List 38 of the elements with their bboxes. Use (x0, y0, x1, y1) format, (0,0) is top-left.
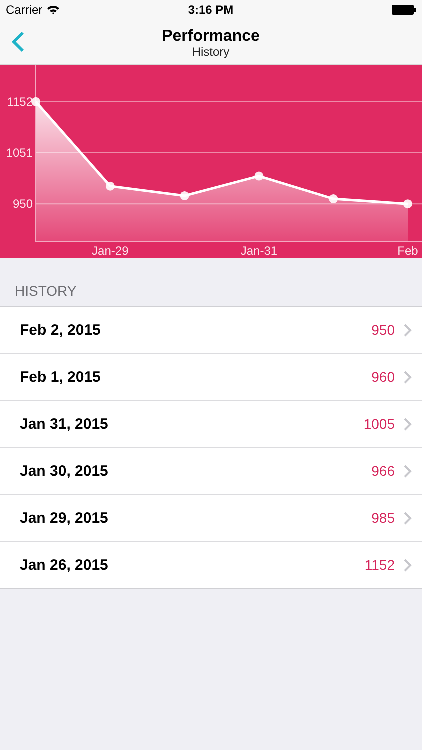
nav-subtitle: History (192, 46, 230, 59)
x-axis-label: Feb (398, 244, 418, 258)
date-label: Jan 29, 2015 (20, 510, 110, 526)
history-row[interactable]: Feb 2, 2015 950 (0, 307, 422, 354)
y-axis-label: 1051 (6, 146, 33, 160)
date-label: Feb 1, 2015 (20, 368, 102, 386)
chevron-icon (404, 558, 412, 572)
date-label: Jan 30, 2015 (20, 462, 110, 480)
chevron-icon (404, 324, 412, 336)
chevron-icon (404, 418, 412, 430)
score-value: 1152 (364, 557, 395, 573)
y-axis-label: 950 (12, 197, 33, 212)
chevron-icon (404, 464, 412, 478)
history-row[interactable]: Jan 31, 2015 1005 (0, 401, 422, 448)
carrier-label: Carrier (6, 3, 43, 17)
nav-title: Performance (162, 28, 260, 46)
chevron-icon (404, 370, 412, 384)
x-axis-label: Jan-29 (92, 244, 129, 258)
date-label: Feb 2, 2015 (20, 322, 102, 338)
score-value: 960 (372, 369, 395, 385)
battery-icon (392, 5, 416, 15)
time-label: 3:16 PM (188, 3, 234, 17)
history-row[interactable]: Jan 29, 2015 985 (0, 495, 422, 542)
score-value: 950 (372, 322, 395, 338)
chevron-icon (404, 512, 412, 524)
section-header: HISTORY (15, 283, 77, 299)
history-row[interactable]: Feb 1, 2015 960 (0, 354, 422, 401)
date-label: Jan 26, 2015 (20, 556, 110, 574)
history-row[interactable]: Jan 26, 2015 1152 (0, 542, 422, 588)
score-value: 1005 (364, 416, 395, 432)
x-axis-label: Jan-31 (240, 244, 278, 258)
history-row[interactable]: Jan 30, 2015 966 (0, 448, 422, 495)
score-value: 966 (372, 463, 395, 479)
back-icon[interactable] (12, 31, 25, 53)
score-value: 985 (372, 510, 395, 526)
date-label: Jan 31, 2015 (20, 416, 110, 432)
wifi-icon (46, 5, 60, 15)
y-axis-label: 1152 (7, 94, 33, 109)
